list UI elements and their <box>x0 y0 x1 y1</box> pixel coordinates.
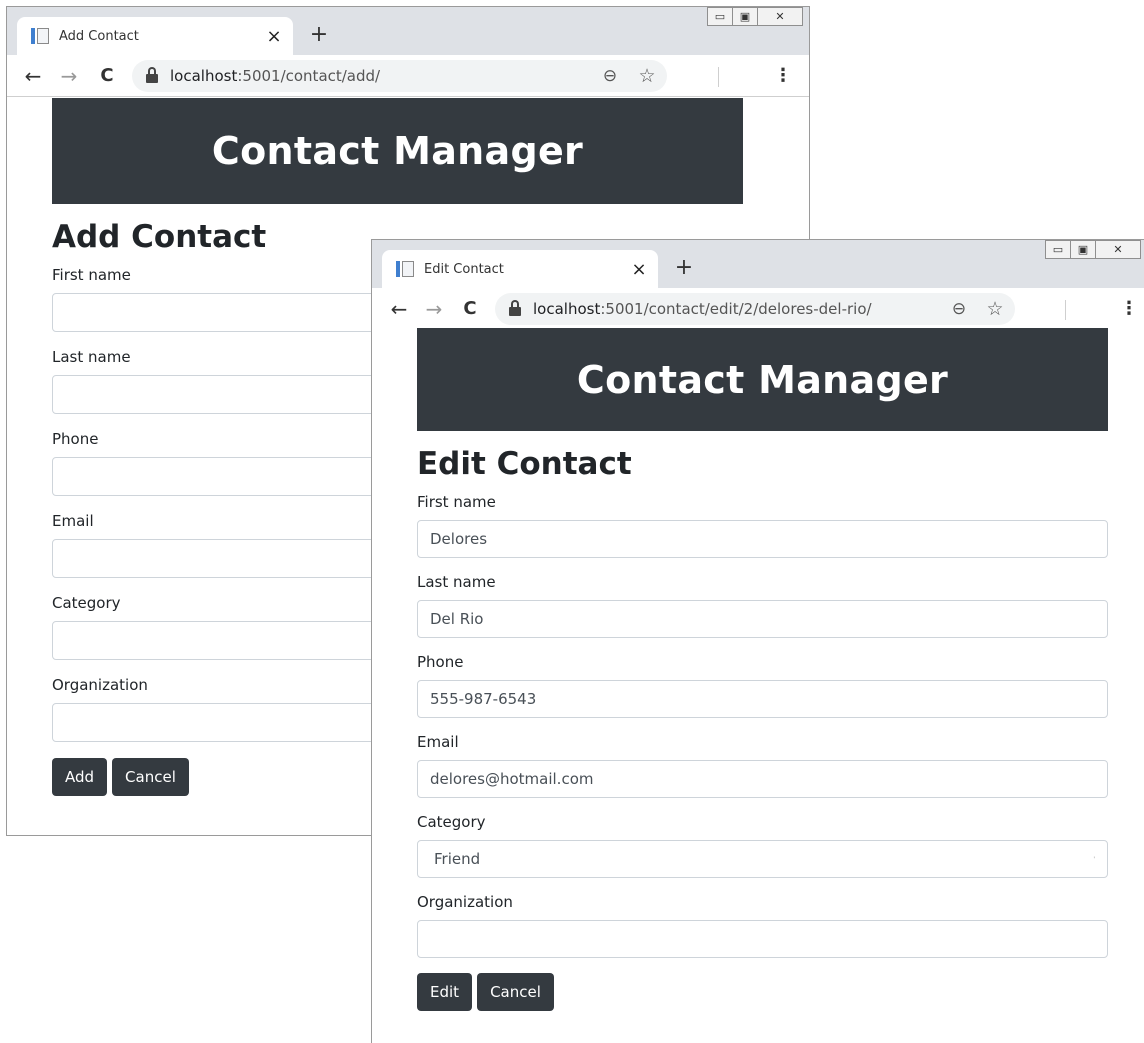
new-tab-icon[interactable]: + <box>672 254 696 282</box>
browser-menu-icon[interactable]: ⋮ <box>1120 296 1138 322</box>
first-name-input[interactable]: Delores <box>417 520 1108 558</box>
category-label: Category <box>417 813 486 831</box>
maximize-icon[interactable]: ▣ <box>732 7 758 26</box>
phone-label: Phone <box>417 653 464 671</box>
page-title: Edit Contact <box>417 446 632 482</box>
form-actions: Edit Cancel <box>417 973 1108 1011</box>
tab-add-contact[interactable]: Add Contact × <box>17 17 293 55</box>
form-group-organization: Organization <box>417 893 1108 958</box>
edit-button[interactable]: Edit <box>417 973 473 1011</box>
new-tab-icon[interactable]: + <box>307 21 331 49</box>
form-group-last-name: Last name Del Rio <box>417 573 1108 638</box>
tab-strip: Add Contact × + ▭ ▣ ✕ <box>7 7 809 55</box>
browser-menu-icon[interactable]: ⋮ <box>774 63 792 89</box>
bookmark-star-icon[interactable]: ☆ <box>984 298 1006 320</box>
lock-icon <box>146 67 158 83</box>
browser-toolbar: ← → C localhost:5001/contact/edit/2/delo… <box>372 288 1144 330</box>
category-selected-value: Friend <box>434 850 481 868</box>
maximize-icon[interactable]: ▣ <box>1070 240 1096 259</box>
minimize-icon[interactable]: ▭ <box>707 7 733 26</box>
form-group-phone: Phone 555-987-6543 <box>417 653 1108 718</box>
back-arrow-icon[interactable]: ← <box>387 297 411 321</box>
close-tab-icon[interactable]: × <box>265 26 283 47</box>
page-container: Contact Manager Edit Contact First name … <box>417 328 1108 1011</box>
form-group-first-name: First name Delores <box>417 493 1108 558</box>
page-favicon-icon <box>31 27 49 45</box>
toolbar-divider <box>1065 300 1066 320</box>
close-tab-icon[interactable]: × <box>630 259 648 280</box>
close-window-icon[interactable]: ✕ <box>1095 240 1141 259</box>
page-favicon-icon <box>396 260 414 278</box>
reload-icon[interactable]: C <box>95 64 119 88</box>
tab-edit-contact[interactable]: Edit Contact × <box>382 250 658 288</box>
bookmark-star-icon[interactable]: ☆ <box>636 65 658 87</box>
select-caret-icon: ' <box>1093 855 1095 863</box>
minimize-icon[interactable]: ▭ <box>1045 240 1071 259</box>
tab-title: Edit Contact <box>424 261 504 277</box>
last-name-label: Last name <box>417 573 496 591</box>
last-name-input[interactable]: Del Rio <box>417 600 1108 638</box>
cancel-button[interactable]: Cancel <box>112 758 189 796</box>
close-window-icon[interactable]: ✕ <box>757 7 803 26</box>
address-bar[interactable]: localhost:5001/contact/add/ <box>132 60 667 92</box>
first-name-label: First name <box>417 493 496 511</box>
back-arrow-icon[interactable]: ← <box>21 64 45 88</box>
forward-arrow-icon[interactable]: → <box>57 64 81 88</box>
forward-arrow-icon[interactable]: → <box>422 297 446 321</box>
form-group-category: Category Friend ' <box>417 813 1108 878</box>
cancel-button[interactable]: Cancel <box>477 973 554 1011</box>
email-label: Email <box>417 733 459 751</box>
window-controls: ▭ ▣ ✕ <box>1045 240 1141 259</box>
organization-label: Organization <box>417 893 513 911</box>
email-input[interactable]: delores@hotmail.com <box>417 760 1108 798</box>
url-text: localhost:5001/contact/add/ <box>170 67 381 85</box>
reload-icon[interactable]: C <box>458 297 482 321</box>
organization-input[interactable] <box>417 920 1108 958</box>
window-controls: ▭ ▣ ✕ <box>707 7 803 26</box>
zoom-icon[interactable]: ⊖ <box>599 65 621 87</box>
phone-input[interactable]: 555-987-6543 <box>417 680 1108 718</box>
add-button[interactable]: Add <box>52 758 108 796</box>
toolbar-divider <box>718 67 719 87</box>
url-text: localhost:5001/contact/edit/2/delores-de… <box>533 300 872 318</box>
app-banner: Contact Manager <box>417 328 1108 431</box>
zoom-icon[interactable]: ⊖ <box>948 298 970 320</box>
browser-toolbar: ← → C localhost:5001/contact/add/ ⊖ ☆ ⋮ <box>7 55 809 97</box>
page-viewport: Contact Manager Edit Contact First name … <box>372 328 1144 1043</box>
tab-title: Add Contact <box>59 28 139 44</box>
tab-strip: Edit Contact × + ▭ ▣ ✕ <box>372 240 1144 288</box>
app-banner: Contact Manager <box>52 98 743 204</box>
form-group-email: Email delores@hotmail.com <box>417 733 1108 798</box>
lock-icon <box>509 300 521 316</box>
address-bar[interactable]: localhost:5001/contact/edit/2/delores-de… <box>495 293 1015 325</box>
browser-window-edit-contact: Edit Contact × + ▭ ▣ ✕ ← → C localhost:5… <box>371 239 1144 1043</box>
category-select[interactable]: Friend ' <box>417 840 1108 878</box>
